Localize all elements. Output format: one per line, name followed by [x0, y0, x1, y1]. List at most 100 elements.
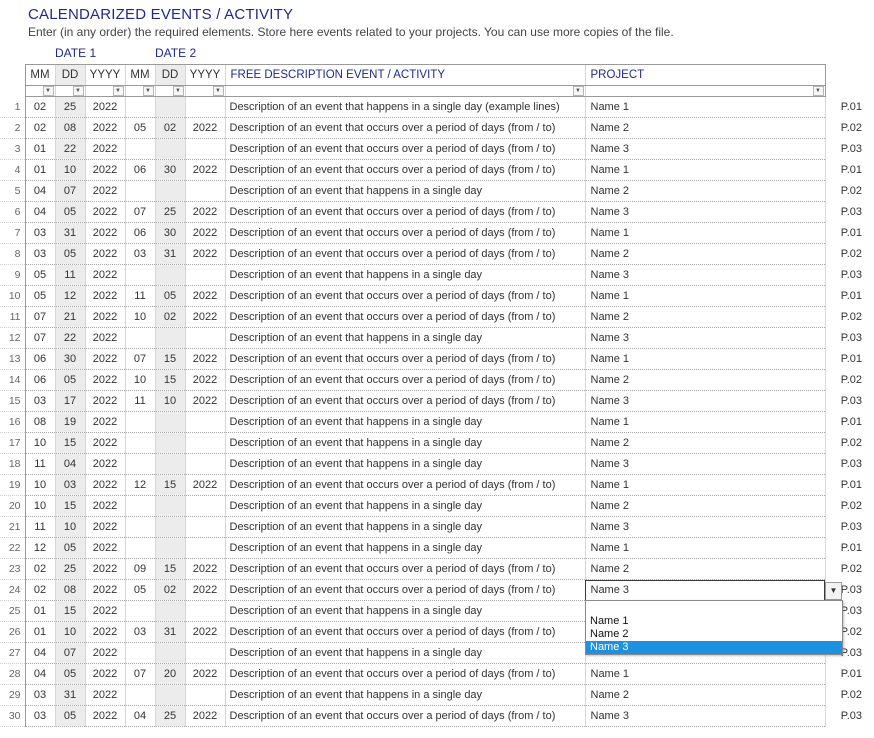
date2-year-cell[interactable]: [184, 537, 225, 559]
description-cell[interactable]: Description of an event that occurs over…: [224, 390, 585, 412]
project-cell[interactable]: Name 2: [584, 558, 826, 580]
description-cell[interactable]: Description of an event that occurs over…: [224, 621, 585, 643]
date2-day-cell[interactable]: [154, 327, 185, 349]
date2-month-cell[interactable]: 09: [124, 558, 155, 580]
filter-dropdown-icon[interactable]: ▼: [212, 86, 224, 96]
project-cell[interactable]: Name 1: [584, 348, 826, 370]
date2-day-cell[interactable]: [154, 642, 185, 664]
date1-day-cell[interactable]: 31: [54, 222, 85, 244]
date1-month-cell[interactable]: 01: [24, 600, 55, 622]
date2-month-cell[interactable]: 06: [124, 159, 155, 181]
date1-month-cell[interactable]: 03: [24, 222, 55, 244]
description-cell[interactable]: Description of an event that happens in …: [224, 684, 585, 706]
date1-year-cell[interactable]: 2022: [84, 222, 125, 244]
description-cell[interactable]: Description of an event that happens in …: [224, 495, 585, 517]
date2-day-cell[interactable]: [154, 600, 185, 622]
date2-day-cell[interactable]: 15: [154, 369, 185, 391]
date1-year-cell[interactable]: 2022: [84, 327, 125, 349]
date2-year-cell[interactable]: [184, 138, 225, 160]
date1-year-cell[interactable]: 2022: [84, 201, 125, 223]
date2-month-cell[interactable]: 05: [124, 117, 155, 139]
date1-day-cell[interactable]: 21: [54, 306, 85, 328]
date1-month-cell[interactable]: 03: [24, 390, 55, 412]
date1-day-cell[interactable]: 17: [54, 390, 85, 412]
date1-day-cell[interactable]: 31: [54, 684, 85, 706]
project-cell[interactable]: Name 1: [584, 474, 826, 496]
date2-month-cell[interactable]: 07: [124, 201, 155, 223]
date2-year-cell[interactable]: 2022: [184, 579, 225, 601]
date2-year-cell[interactable]: 2022: [184, 705, 225, 727]
description-cell[interactable]: Description of an event that occurs over…: [224, 285, 585, 307]
date2-year-cell[interactable]: 2022: [184, 243, 225, 265]
date2-day-cell[interactable]: 02: [154, 579, 185, 601]
description-cell[interactable]: Description of an event that happens in …: [224, 411, 585, 433]
date2-day-cell[interactable]: 15: [154, 348, 185, 370]
project-cell[interactable]: Name 2: [584, 432, 826, 454]
description-cell[interactable]: Description of an event that occurs over…: [224, 117, 585, 139]
date1-day-cell[interactable]: 15: [54, 600, 85, 622]
date2-month-cell[interactable]: 03: [124, 621, 155, 643]
date2-month-cell[interactable]: 03: [124, 243, 155, 265]
date1-month-cell[interactable]: 02: [24, 579, 55, 601]
date2-day-cell[interactable]: [154, 96, 185, 118]
date1-year-cell[interactable]: 2022: [84, 663, 125, 685]
project-cell[interactable]: Name 3: [584, 453, 826, 475]
date2-year-cell[interactable]: [184, 432, 225, 454]
date2-day-cell[interactable]: 25: [154, 705, 185, 727]
filter-dropdown-icon[interactable]: ▼: [812, 86, 824, 96]
date2-month-cell[interactable]: 06: [124, 222, 155, 244]
filter-dropdown-icon[interactable]: ▼: [172, 86, 184, 96]
date1-day-cell[interactable]: 12: [54, 285, 85, 307]
date2-month-cell[interactable]: [124, 495, 155, 517]
date2-month-cell[interactable]: 11: [124, 390, 155, 412]
project-cell[interactable]: Name 1: [584, 285, 826, 307]
date1-month-cell[interactable]: 10: [24, 474, 55, 496]
date1-month-cell[interactable]: 04: [24, 180, 55, 202]
date1-day-cell[interactable]: 15: [54, 432, 85, 454]
filter-dropdown-icon[interactable]: ▼: [142, 86, 154, 96]
date1-month-cell[interactable]: 02: [24, 117, 55, 139]
date2-year-cell[interactable]: [184, 600, 225, 622]
date1-month-cell[interactable]: 05: [24, 264, 55, 286]
date2-day-cell[interactable]: [154, 537, 185, 559]
date2-day-cell[interactable]: [154, 432, 185, 454]
date1-year-cell[interactable]: 2022: [84, 495, 125, 517]
date1-day-cell[interactable]: 11: [54, 264, 85, 286]
date2-month-cell[interactable]: [124, 642, 155, 664]
description-cell[interactable]: Description of an event that occurs over…: [224, 369, 585, 391]
date1-year-cell[interactable]: 2022: [84, 285, 125, 307]
description-cell[interactable]: Description of an event that happens in …: [224, 600, 585, 622]
date2-year-cell[interactable]: [184, 96, 225, 118]
project-cell[interactable]: Name 3: [584, 579, 826, 601]
date1-month-cell[interactable]: 04: [24, 642, 55, 664]
date1-year-cell[interactable]: 2022: [84, 390, 125, 412]
date1-year-cell[interactable]: 2022: [84, 705, 125, 727]
date2-month-cell[interactable]: [124, 432, 155, 454]
date2-day-cell[interactable]: [154, 516, 185, 538]
date2-day-cell[interactable]: [154, 453, 185, 475]
date1-year-cell[interactable]: 2022: [84, 348, 125, 370]
date1-day-cell[interactable]: 05: [54, 663, 85, 685]
date1-year-cell[interactable]: 2022: [84, 306, 125, 328]
description-cell[interactable]: Description of an event that happens in …: [224, 432, 585, 454]
date1-day-cell[interactable]: 22: [54, 327, 85, 349]
description-cell[interactable]: Description of an event that occurs over…: [224, 348, 585, 370]
date2-day-cell[interactable]: 15: [154, 474, 185, 496]
date1-day-cell[interactable]: 05: [54, 537, 85, 559]
date2-day-filter[interactable]: ▼: [154, 85, 185, 97]
date2-year-cell[interactable]: [184, 453, 225, 475]
date2-day-cell[interactable]: 31: [154, 621, 185, 643]
date1-day-cell[interactable]: 05: [54, 201, 85, 223]
description-cell[interactable]: Description of an event that happens in …: [224, 327, 585, 349]
date1-month-cell[interactable]: 03: [24, 705, 55, 727]
description-cell[interactable]: Description of an event that occurs over…: [224, 579, 585, 601]
date1-month-cell[interactable]: 08: [24, 411, 55, 433]
date2-year-cell[interactable]: 2022: [184, 474, 225, 496]
description-filter[interactable]: ▼: [224, 85, 585, 97]
project-cell[interactable]: Name 2: [584, 369, 826, 391]
filter-dropdown-icon[interactable]: ▼: [42, 86, 54, 96]
date2-day-cell[interactable]: [154, 138, 185, 160]
date1-day-cell[interactable]: 10: [54, 516, 85, 538]
date1-day-cell[interactable]: 30: [54, 348, 85, 370]
date2-year-cell[interactable]: [184, 495, 225, 517]
